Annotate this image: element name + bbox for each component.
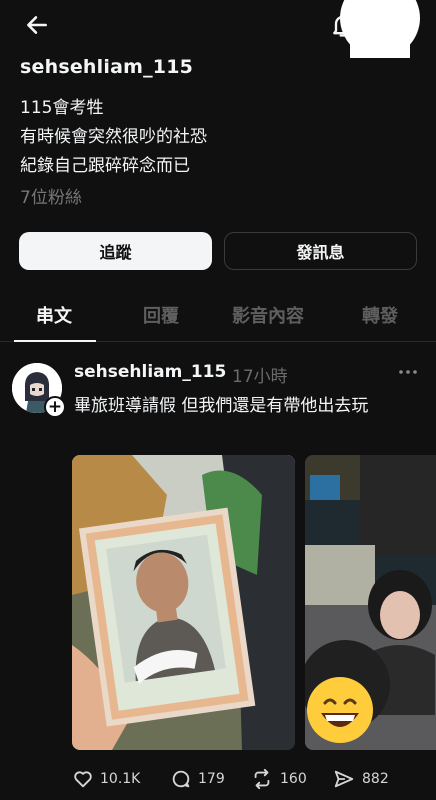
tab-reposts[interactable]: 轉發 xyxy=(362,302,398,328)
arrow-left-icon xyxy=(27,16,47,34)
send-icon xyxy=(334,770,354,788)
share-count: 882 xyxy=(362,771,389,787)
comment-icon xyxy=(172,770,190,788)
like-count: 10.1K xyxy=(100,771,141,787)
follow-button[interactable]: 追蹤 xyxy=(19,232,212,270)
bio-line: 115會考牲 xyxy=(20,98,104,118)
ellipsis-icon xyxy=(399,370,417,374)
post-more-button[interactable] xyxy=(396,362,420,382)
repost-button[interactable]: 160 xyxy=(250,768,307,790)
profile-bio: 115會考牲 有時候會突然很吵的社恐 紀錄自己跟碎碎念而已 xyxy=(20,94,207,181)
post-image[interactable] xyxy=(72,455,295,750)
plus-icon: + xyxy=(47,396,63,417)
share-button[interactable]: 882 xyxy=(332,768,389,790)
bio-line: 有時候會突然很吵的社恐 xyxy=(20,127,207,147)
like-button[interactable]: 10.1K xyxy=(72,768,140,790)
comment-count: 179 xyxy=(198,771,225,787)
profile-username: sehsehliam_115 xyxy=(20,56,194,78)
active-tab-indicator xyxy=(14,340,96,342)
post-text: 畢旅班導請假 但我們還是有帶他出去玩 xyxy=(74,396,369,416)
heart-icon xyxy=(74,771,92,788)
profile-tabs: 串文 回覆 影音內容 轉發 xyxy=(0,292,436,342)
message-button[interactable]: 發訊息 xyxy=(224,232,417,270)
tab-threads[interactable]: 串文 xyxy=(36,302,72,328)
tab-replies[interactable]: 回覆 xyxy=(143,302,179,328)
tab-media[interactable]: 影音內容 xyxy=(232,302,304,328)
repost-count: 160 xyxy=(280,771,307,787)
bio-line: 紀錄自己跟碎碎念而已 xyxy=(20,156,190,176)
profile-avatar[interactable] xyxy=(340,0,420,78)
post-username[interactable]: sehsehliam_115 xyxy=(74,362,226,382)
comment-button[interactable]: 179 xyxy=(170,768,225,790)
back-button[interactable] xyxy=(20,8,54,42)
post-actions: 10.1K 179 160 882 xyxy=(72,768,432,792)
repost-icon xyxy=(254,768,270,790)
followers-count[interactable]: 7位粉絲 xyxy=(20,183,82,208)
follow-plus-badge[interactable]: + xyxy=(44,396,66,418)
post-timestamp: 17小時 xyxy=(232,367,288,387)
post-image[interactable] xyxy=(305,455,436,750)
